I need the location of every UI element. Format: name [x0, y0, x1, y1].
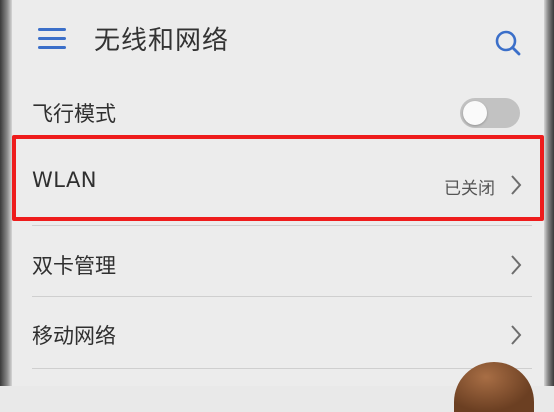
- dual-sim-label: 双卡管理: [32, 254, 116, 278]
- search-icon[interactable]: [494, 29, 522, 57]
- wlan-highlight-box: [12, 135, 544, 221]
- airplane-mode-label: 飞行模式: [32, 102, 116, 126]
- settings-screen: 无线和网络 飞行模式 WLAN 已关闭 双卡管理 移动网络: [12, 0, 544, 412]
- dual-sim-row[interactable]: 双卡管理: [12, 226, 544, 296]
- chevron-right-icon: [511, 255, 522, 275]
- mobile-network-label: 移动网络: [32, 324, 116, 348]
- hamburger-menu-icon[interactable]: [38, 28, 66, 50]
- divider: [32, 368, 532, 369]
- page-title: 无线和网络: [94, 26, 230, 56]
- airplane-mode-row[interactable]: 飞行模式: [12, 88, 544, 138]
- toggle-knob: [463, 101, 487, 125]
- airplane-mode-toggle[interactable]: [460, 98, 520, 128]
- phone-bezel-right: [544, 0, 554, 386]
- phone-bezel-left: [0, 0, 12, 386]
- finger: [454, 362, 534, 412]
- chevron-right-icon: [511, 325, 522, 345]
- mobile-network-row[interactable]: 移动网络: [12, 296, 544, 368]
- app-header: 无线和网络: [12, 0, 544, 88]
